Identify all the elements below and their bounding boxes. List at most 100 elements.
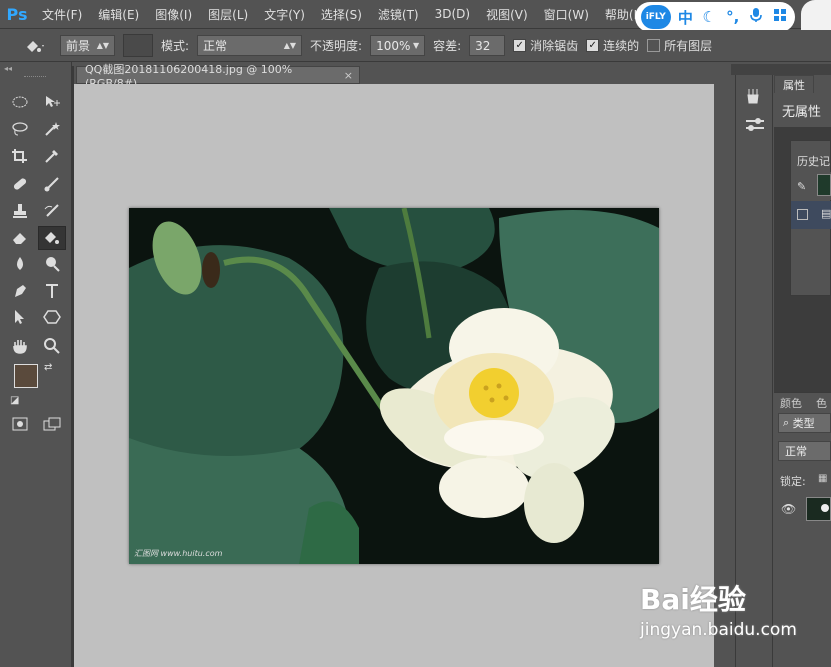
punctuation-icon[interactable]: °, bbox=[724, 8, 742, 26]
path-selection-tool-icon[interactable] bbox=[6, 305, 34, 329]
eraser-tool-icon[interactable] bbox=[6, 226, 34, 250]
baidu-url: jingyan.baidu.com bbox=[640, 620, 797, 640]
blur-tool-icon[interactable] bbox=[6, 252, 34, 276]
type-tool-icon[interactable] bbox=[38, 279, 66, 303]
layer-thumbnail[interactable] bbox=[806, 497, 831, 521]
paint-bucket-tool-icon[interactable] bbox=[38, 226, 66, 250]
layer-filter-value: 类型 bbox=[792, 417, 815, 430]
opacity-value: 100% bbox=[376, 38, 411, 53]
tolerance-label: 容差: bbox=[433, 39, 462, 53]
menu-type[interactable]: 文字(Y) bbox=[256, 6, 313, 23]
all-layers-label: 所有图层 bbox=[664, 39, 713, 53]
lock-transparent-icon[interactable]: ▦ bbox=[818, 473, 827, 484]
magic-wand-tool-icon[interactable] bbox=[38, 117, 66, 141]
ifly-input-bar: iFLY 中 ☾ °, bbox=[635, 2, 795, 32]
antialias-checkbox[interactable]: ✓ 消除锯齿 bbox=[513, 37, 578, 54]
history-checkbox[interactable] bbox=[797, 209, 808, 220]
menu-image[interactable]: 图像(I) bbox=[147, 6, 200, 23]
tab-swatches[interactable]: 色 bbox=[816, 395, 827, 411]
healing-brush-tool-icon[interactable] bbox=[6, 172, 34, 196]
eye-icon[interactable]: 👁 bbox=[781, 502, 796, 516]
mode-label: 模式: bbox=[161, 39, 190, 53]
crop-tool-icon[interactable] bbox=[6, 144, 34, 168]
photoshop-logo: Ps bbox=[6, 4, 28, 24]
close-icon[interactable]: × bbox=[344, 69, 353, 82]
opacity-label: 不透明度: bbox=[310, 39, 363, 53]
contiguous-label: 连续的 bbox=[603, 39, 640, 53]
menu-view[interactable]: 视图(V) bbox=[478, 6, 536, 23]
move-tool-icon[interactable] bbox=[38, 90, 66, 114]
lotus-photo[interactable] bbox=[129, 208, 659, 564]
lasso-tool-icon[interactable] bbox=[6, 117, 34, 141]
menu-file[interactable]: 文件(F) bbox=[34, 6, 90, 23]
marquee-tool-icon[interactable] bbox=[6, 90, 34, 114]
mode-value: 正常 bbox=[203, 39, 228, 53]
grid-icon[interactable] bbox=[771, 8, 789, 26]
lotus-image bbox=[129, 208, 659, 564]
document-icon: ▤ bbox=[821, 207, 831, 220]
chevron-down-icon: ▲▼ bbox=[283, 41, 297, 50]
menu-select[interactable]: 选择(S) bbox=[313, 6, 370, 23]
eyedropper-tool-icon[interactable] bbox=[38, 144, 66, 168]
pattern-swatch[interactable] bbox=[123, 34, 153, 57]
foreground-color-swatch[interactable] bbox=[14, 364, 38, 388]
hand-tool-icon[interactable] bbox=[6, 334, 34, 358]
collapse-arrows-icon[interactable]: ◂◂ bbox=[4, 64, 12, 73]
baidu-logo: Bai经验 bbox=[640, 583, 746, 616]
microphone-icon[interactable] bbox=[748, 7, 766, 27]
foreground-color-fill bbox=[15, 365, 37, 387]
quick-mask-icon[interactable] bbox=[6, 412, 34, 436]
opacity-field[interactable]: 100% ▼ bbox=[370, 35, 426, 56]
no-properties-text: 无属性 bbox=[782, 105, 822, 120]
contiguous-checkbox[interactable]: ✓ 连续的 bbox=[586, 37, 639, 54]
menu-filter[interactable]: 滤镜(T) bbox=[370, 6, 427, 23]
tools-panel: ◂◂ ⇄ ◪ bbox=[0, 62, 72, 667]
image-watermark: 汇图网 www.huitu.com bbox=[134, 549, 223, 558]
document-tab[interactable]: QQ截图20181106200418.jpg @ 100%(RGB/8#) × bbox=[76, 63, 360, 90]
dodge-tool-icon[interactable] bbox=[38, 252, 66, 276]
tab-color[interactable]: 颜色 bbox=[780, 395, 802, 411]
pen-tool-icon[interactable] bbox=[6, 279, 34, 303]
baidu-jingyan-watermark: Bai经验 jingyan.baidu.com bbox=[640, 578, 797, 658]
tab-properties[interactable]: 属性 bbox=[774, 75, 814, 93]
brush-tool-icon[interactable] bbox=[38, 172, 66, 196]
snapshot-thumbnail bbox=[817, 174, 831, 196]
options-bar: 前景 ▲▼ 模式: 正常 ▲▼ 不透明度: 100% ▼ 容差: 32 ✓ 消除… bbox=[0, 30, 831, 62]
adjustments-icon[interactable] bbox=[745, 117, 765, 134]
zoom-tool-icon[interactable] bbox=[38, 334, 66, 358]
history-snapshot-row[interactable]: ✎ bbox=[791, 172, 831, 200]
lock-label: 锁定: bbox=[780, 475, 806, 488]
ifly-logo[interactable]: iFLY bbox=[641, 5, 671, 29]
menu-3d[interactable]: 3D(D) bbox=[427, 7, 478, 21]
checkbox-checked-icon: ✓ bbox=[586, 39, 600, 52]
screen-mode-icon[interactable] bbox=[38, 412, 66, 436]
brush-presets-icon[interactable] bbox=[745, 87, 765, 110]
shape-tool-icon[interactable] bbox=[38, 305, 66, 329]
default-colors-icon[interactable]: ◪ bbox=[10, 395, 19, 406]
clone-stamp-tool-icon[interactable] bbox=[6, 199, 34, 223]
fill-source-select[interactable]: 前景 ▲▼ bbox=[60, 35, 115, 56]
layer-filter-select[interactable]: ⌕ 类型 bbox=[778, 413, 831, 433]
menu-edit[interactable]: 编辑(E) bbox=[90, 6, 147, 23]
paint-bucket-preset-icon[interactable] bbox=[18, 34, 52, 58]
menu-window[interactable]: 窗口(W) bbox=[536, 6, 597, 23]
mode-select[interactable]: 正常 ▲▼ bbox=[197, 35, 303, 56]
moon-icon[interactable]: ☾ bbox=[700, 8, 718, 26]
history-state-row[interactable]: ▤ bbox=[791, 201, 831, 229]
menu-layer[interactable]: 图层(L) bbox=[200, 6, 256, 23]
chevron-down-icon: ▼ bbox=[412, 41, 420, 50]
blend-mode-select[interactable]: 正常 bbox=[778, 441, 831, 461]
panel-grip[interactable] bbox=[24, 76, 46, 79]
chinese-mode-icon[interactable]: 中 bbox=[677, 7, 695, 28]
tolerance-field[interactable]: 32 bbox=[469, 35, 506, 56]
tab-history[interactable]: 历史记 bbox=[797, 153, 830, 169]
all-layers-checkbox[interactable]: 所有图层 bbox=[647, 37, 712, 54]
swap-colors-icon[interactable]: ⇄ bbox=[44, 362, 52, 373]
history-brush-tool-icon[interactable] bbox=[38, 199, 66, 223]
checkbox-checked-icon: ✓ bbox=[513, 39, 527, 52]
blend-mode-value: 正常 bbox=[785, 445, 807, 458]
fill-source-value: 前景 bbox=[66, 39, 91, 53]
history-brush-source-icon[interactable]: ✎ bbox=[797, 180, 806, 193]
antialias-label: 消除锯齿 bbox=[530, 39, 579, 53]
checkbox-unchecked-icon bbox=[647, 39, 661, 52]
